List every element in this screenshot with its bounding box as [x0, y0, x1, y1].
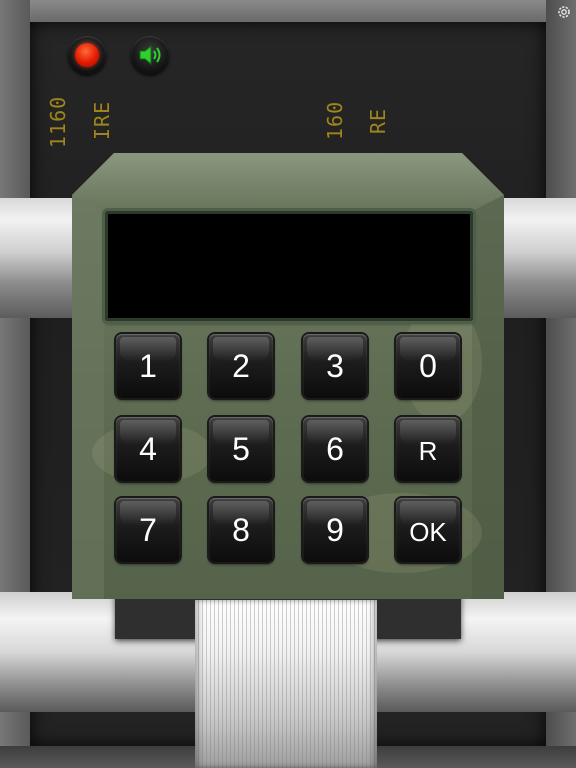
display-value: [105, 211, 473, 321]
key-reset-label: R: [418, 436, 438, 466]
key-7-label: 7: [139, 512, 157, 548]
sound-toggle-button[interactable]: [131, 36, 169, 74]
key-3[interactable]: 3: [303, 334, 367, 398]
key-1[interactable]: 1: [116, 334, 180, 398]
key-1-label: 1: [139, 348, 157, 384]
record-dot-icon: [75, 43, 99, 67]
key-6-label: 6: [326, 431, 344, 467]
key-6[interactable]: 6: [303, 417, 367, 481]
key-5-label: 5: [232, 431, 250, 467]
readout-1: 1160: [46, 95, 70, 148]
key-7[interactable]: 7: [116, 498, 180, 562]
key-ok[interactable]: OK: [396, 498, 460, 562]
readout-2: IRE: [90, 100, 114, 140]
key-8[interactable]: 8: [209, 498, 273, 562]
key-2[interactable]: 2: [209, 334, 273, 398]
key-8-label: 8: [232, 512, 250, 548]
readout-4: RE: [366, 107, 390, 134]
key-5[interactable]: 5: [209, 417, 273, 481]
key-4[interactable]: 4: [116, 417, 180, 481]
key-3-label: 3: [326, 348, 344, 384]
readout-3: 160: [323, 100, 347, 140]
speaker-volume-icon: [139, 44, 161, 66]
key-0[interactable]: 0: [396, 334, 460, 398]
gear-icon[interactable]: [556, 4, 572, 20]
key-9[interactable]: 9: [303, 498, 367, 562]
key-4-label: 4: [139, 431, 157, 467]
ribbon-cable: [195, 600, 377, 768]
keypad-display: [105, 211, 473, 321]
record-button[interactable]: [68, 36, 106, 74]
key-reset[interactable]: R: [396, 417, 460, 481]
key-9-label: 9: [326, 512, 344, 548]
key-0-label: 0: [419, 348, 437, 384]
frame-top-edge: [0, 0, 576, 22]
key-2-label: 2: [232, 348, 250, 384]
keypad-device: 1 2 3 0 4 5 6 R 7 8 9 OK: [72, 153, 504, 599]
key-ok-label: OK: [409, 517, 447, 547]
